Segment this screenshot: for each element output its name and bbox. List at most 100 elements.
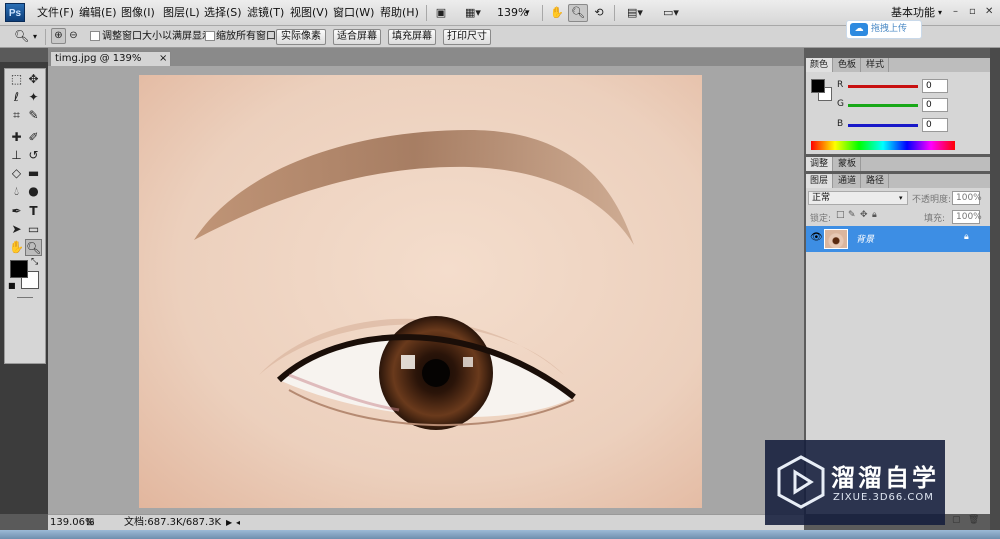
lock-all-icon[interactable]: 🔒︎ bbox=[872, 210, 877, 220]
green-value[interactable]: 0 bbox=[922, 98, 948, 112]
color-spectrum-bar[interactable] bbox=[811, 141, 955, 150]
hand-icon[interactable]: ✋ bbox=[8, 239, 25, 256]
zoom-out-icon[interactable]: ⊖ bbox=[66, 28, 81, 44]
new-layer-icon[interactable]: ▢ bbox=[952, 515, 961, 525]
watermark-url: ZIXUE.3D66.COM bbox=[833, 492, 934, 503]
brush-tool-icon[interactable]: ✐ bbox=[25, 129, 42, 146]
lock-paint-icon[interactable]: ✎ bbox=[848, 210, 856, 220]
default-colors-icon[interactable]: ■ bbox=[8, 281, 16, 290]
upload-button[interactable]: ☁ 拖拽上传 bbox=[846, 20, 922, 39]
blur-tool-icon[interactable]: 💧︎ bbox=[8, 183, 25, 200]
fg-color-chip-front[interactable] bbox=[811, 79, 825, 93]
image-canvas[interactable] bbox=[139, 75, 702, 508]
close-document-icon[interactable]: × bbox=[159, 52, 167, 66]
foreground-color-swatch-front[interactable] bbox=[10, 260, 28, 278]
cloud-icon: ☁ bbox=[850, 23, 868, 36]
panel-collapse-strip[interactable] bbox=[990, 48, 1000, 530]
blend-mode-select[interactable]: 正常 ▾ bbox=[808, 191, 908, 205]
print-size-button[interactable]: 打印尺寸 bbox=[443, 29, 491, 45]
zoom-preset-icon[interactable]: 🔍︎ bbox=[14, 29, 29, 43]
gradient-tool-icon[interactable]: ▬ bbox=[25, 165, 42, 182]
green-slider[interactable] bbox=[848, 104, 918, 107]
swap-colors-icon[interactable]: ⤡ bbox=[31, 257, 38, 267]
red-slider[interactable] bbox=[848, 85, 918, 88]
close-icon[interactable]: ✕ bbox=[985, 4, 993, 20]
crop-tool-icon[interactable]: ⌗ bbox=[8, 107, 25, 124]
path-selection-icon[interactable]: ➤ bbox=[8, 221, 25, 238]
quick-mask-icon[interactable] bbox=[17, 297, 33, 298]
preset-dropdown-icon[interactable]: ▾ bbox=[33, 32, 37, 41]
delete-layer-icon[interactable]: 🗑︎ bbox=[968, 515, 979, 525]
tab-paths[interactable]: 路径 bbox=[862, 174, 890, 188]
magic-wand-icon[interactable]: ✦ bbox=[25, 89, 42, 106]
menu-help[interactable]: 帮助(H) bbox=[380, 0, 419, 26]
type-tool-icon[interactable]: T bbox=[25, 203, 42, 220]
status-info-icon[interactable]: ⊞ bbox=[86, 515, 94, 530]
layer-row-background[interactable]: 👁︎ 背景 🔒︎ bbox=[806, 226, 990, 252]
lock-position-icon[interactable]: ✥ bbox=[860, 210, 868, 220]
menu-filter[interactable]: 滤镜(T) bbox=[247, 0, 284, 26]
adjustments-panel-tabs: 调整 蒙板 bbox=[806, 157, 990, 171]
blue-value[interactable]: 0 bbox=[922, 118, 948, 132]
lock-transparent-icon[interactable]: □ bbox=[836, 210, 845, 220]
blue-slider[interactable] bbox=[848, 124, 918, 127]
document-tab[interactable]: timg.jpg @ 139%(RGB/8#) × bbox=[50, 51, 171, 78]
tab-swatches[interactable]: 色板 bbox=[834, 58, 862, 72]
clone-stamp-icon[interactable]: ⊥ bbox=[8, 147, 25, 164]
zoom-level[interactable]: 139% bbox=[497, 0, 528, 26]
status-menu-arrow-icon[interactable]: ▶ bbox=[226, 515, 232, 530]
dodge-tool-icon[interactable]: ● bbox=[25, 183, 42, 200]
history-brush-icon[interactable]: ↺ bbox=[25, 147, 42, 164]
blend-mode-dropdown-icon: ▾ bbox=[899, 194, 903, 202]
healing-brush-icon[interactable]: ✚ bbox=[8, 129, 25, 146]
layer-name[interactable]: 背景 bbox=[856, 232, 874, 245]
menu-file[interactable]: 文件(F) bbox=[37, 0, 74, 26]
shape-tool-icon[interactable]: ▭ bbox=[25, 221, 42, 238]
fill-value[interactable]: 100% bbox=[952, 210, 982, 224]
scroll-left-icon[interactable]: ◂ bbox=[236, 515, 240, 530]
hand-tool-icon[interactable]: ✋ bbox=[548, 4, 566, 22]
actual-pixels-button[interactable]: 实际像素 bbox=[276, 29, 326, 45]
tab-layers[interactable]: 图层 bbox=[806, 174, 834, 188]
tab-channels[interactable]: 通道 bbox=[834, 174, 862, 188]
arrange-documents-icon[interactable]: ▤▾ bbox=[622, 4, 648, 22]
tab-masks[interactable]: 蒙板 bbox=[834, 157, 862, 171]
pen-tool-icon[interactable]: ✒ bbox=[8, 203, 25, 220]
zoom-tool-icon[interactable]: 🔍︎ bbox=[568, 4, 588, 22]
zoom-all-windows-checkbox[interactable] bbox=[205, 31, 215, 41]
eraser-icon[interactable]: ◇ bbox=[8, 165, 25, 182]
opacity-value[interactable]: 100% bbox=[952, 191, 982, 205]
menu-layer[interactable]: 图层(L) bbox=[163, 0, 200, 26]
menu-window[interactable]: 窗口(W) bbox=[333, 0, 374, 26]
workspace-dropdown-icon[interactable]: ▾ bbox=[938, 8, 942, 17]
upload-label: 拖拽上传 bbox=[871, 24, 908, 34]
eyedropper-icon[interactable]: ✎ bbox=[25, 107, 42, 124]
rotate-view-icon[interactable]: ⟲ bbox=[590, 4, 608, 22]
fill-screen-button[interactable]: 填充屏幕 bbox=[388, 29, 436, 45]
bridge-icon[interactable]: ▣ bbox=[432, 4, 450, 22]
menu-view[interactable]: 视图(V) bbox=[290, 0, 328, 26]
visibility-eye-icon[interactable]: 👁︎ bbox=[810, 232, 823, 243]
tab-adjustments[interactable]: 调整 bbox=[806, 157, 834, 171]
menu-select[interactable]: 选择(S) bbox=[204, 0, 242, 26]
red-value[interactable]: 0 bbox=[922, 79, 948, 93]
zoom-in-icon[interactable]: ⊕ bbox=[51, 28, 66, 44]
resize-windows-checkbox[interactable] bbox=[90, 31, 100, 41]
extras-dropdown-icon[interactable]: ▦▾ bbox=[460, 4, 486, 22]
lasso-tool-icon[interactable]: ℓ bbox=[8, 89, 25, 106]
fit-screen-button[interactable]: 适合屏幕 bbox=[333, 29, 381, 45]
zoom-dropdown-icon[interactable]: ▾ bbox=[525, 0, 530, 26]
marquee-tool-icon[interactable]: ⬚ bbox=[8, 71, 25, 88]
menu-image[interactable]: 图像(I) bbox=[121, 0, 155, 26]
zoom-all-windows-label: 缩放所有窗口 bbox=[216, 31, 276, 42]
tab-color[interactable]: 颜色 bbox=[806, 58, 834, 72]
move-tool-icon[interactable]: ✥ bbox=[25, 71, 42, 88]
restore-icon[interactable]: ▫ bbox=[969, 4, 976, 20]
photoshop-logo-icon: Ps bbox=[5, 3, 25, 22]
screen-mode-icon[interactable]: ▭▾ bbox=[658, 4, 684, 22]
os-taskbar bbox=[0, 530, 1000, 539]
menu-edit[interactable]: 编辑(E) bbox=[79, 0, 117, 26]
zoom-icon[interactable]: 🔍︎ bbox=[25, 239, 42, 256]
minimize-icon[interactable]: – bbox=[953, 4, 958, 20]
tab-styles[interactable]: 样式 bbox=[862, 58, 890, 72]
